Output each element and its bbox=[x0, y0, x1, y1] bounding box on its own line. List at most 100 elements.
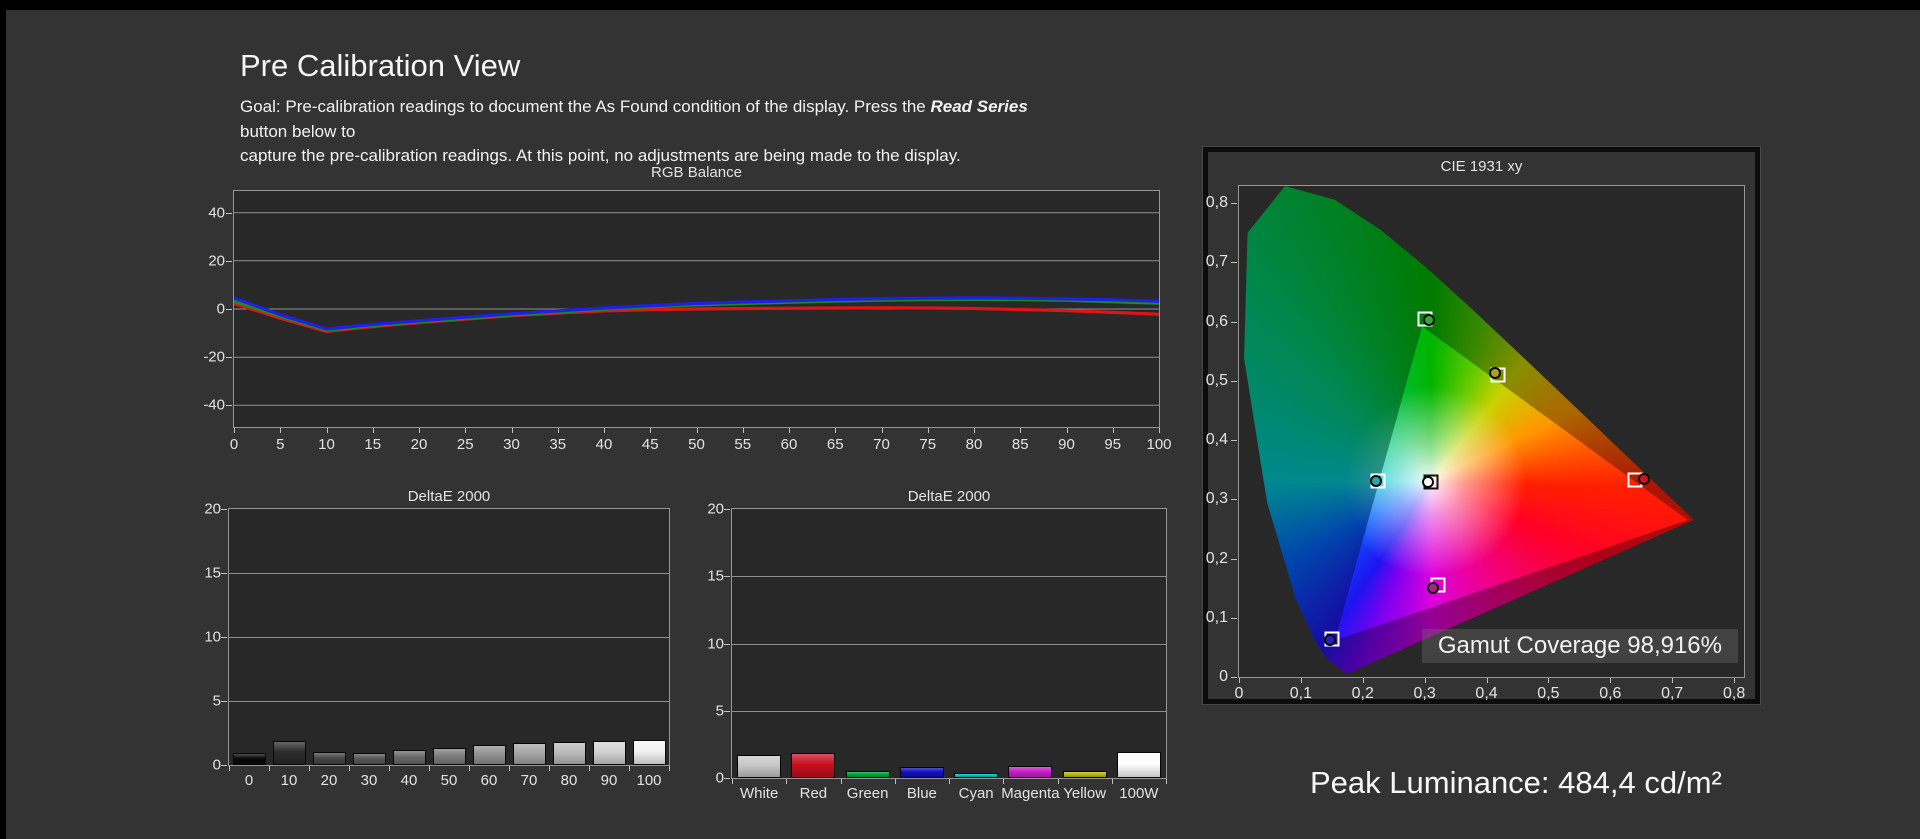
page-title: Pre Calibration View bbox=[240, 48, 520, 84]
deltae-x-axis-label: 100 bbox=[636, 772, 661, 789]
deltae-grayscale-plot-area bbox=[228, 508, 670, 766]
deltae-y-axis-tick bbox=[221, 509, 227, 510]
deltae-x-axis-label: 100W bbox=[1119, 785, 1158, 802]
deltae-bar bbox=[633, 740, 666, 765]
deltae-y-axis-tick bbox=[724, 778, 730, 779]
rgb-x-axis-label: 50 bbox=[688, 436, 705, 453]
rgb-balance-chart: RGB Balance 40200-20-4005101520253035404… bbox=[233, 160, 1160, 460]
deltae-x-axis-label: Red bbox=[800, 785, 828, 802]
deltae-bar bbox=[393, 750, 426, 765]
rgb-x-axis-label: 30 bbox=[503, 436, 520, 453]
rgb-x-axis-label: 45 bbox=[642, 436, 659, 453]
cie-x-axis-tick bbox=[1610, 678, 1611, 683]
deltae-x-axis-label: 60 bbox=[481, 772, 498, 789]
cie-x-axis-label: 0,8 bbox=[1723, 685, 1745, 703]
deltae-x-axis-label: Green bbox=[847, 785, 889, 802]
rgb-x-axis-label: 60 bbox=[781, 436, 798, 453]
rgb-x-axis-tick bbox=[604, 428, 605, 433]
cie-y-axis-label: 0,8 bbox=[1190, 194, 1228, 212]
rgb-x-axis-tick bbox=[327, 428, 328, 433]
deltae-x-axis-tick bbox=[1112, 779, 1113, 784]
deltae-y-axis-tick bbox=[221, 701, 227, 702]
cie-measured-point-yellow bbox=[1489, 367, 1501, 379]
rgb-x-axis-label: 10 bbox=[318, 436, 335, 453]
deltae-x-axis-label: 70 bbox=[521, 772, 538, 789]
rgb-x-axis-label: 85 bbox=[1012, 436, 1029, 453]
rgb-x-axis-label: 90 bbox=[1058, 436, 1075, 453]
deltae-x-axis-tick bbox=[349, 766, 350, 771]
rgb-y-axis-label: 0 bbox=[185, 301, 225, 318]
cie-x-axis-tick bbox=[1734, 678, 1735, 683]
cie-x-axis-tick bbox=[1548, 678, 1549, 683]
deltae-x-axis-tick bbox=[389, 766, 390, 771]
deltae-bar bbox=[553, 742, 586, 765]
deltae-y-axis-tick bbox=[221, 637, 227, 638]
rgb-balance-lines bbox=[234, 191, 1159, 427]
deltae-x-axis-label: 40 bbox=[401, 772, 418, 789]
cie-y-axis-label: 0,3 bbox=[1190, 490, 1228, 508]
cie-y-axis-label: 0,7 bbox=[1190, 253, 1228, 271]
rgb-x-axis-tick bbox=[512, 428, 513, 433]
rgb-x-axis-tick bbox=[1159, 428, 1160, 433]
rgb-y-axis-tick bbox=[226, 405, 232, 406]
deltae-x-axis-label: Yellow bbox=[1063, 785, 1106, 802]
deltae-bar bbox=[353, 753, 386, 765]
rgb-x-axis-tick bbox=[974, 428, 975, 433]
cie-1931-title: CIE 1931 xy bbox=[1208, 158, 1755, 175]
deltae-x-axis-label: Blue bbox=[907, 785, 937, 802]
rgb-x-axis-tick bbox=[1113, 428, 1114, 433]
rgb-x-axis-tick bbox=[1067, 428, 1068, 433]
rgb-x-axis-label: 55 bbox=[734, 436, 751, 453]
deltae-y-axis-label: 0 bbox=[181, 757, 221, 774]
cie-y-axis-label: 0,1 bbox=[1190, 609, 1228, 627]
deltae-bar bbox=[737, 755, 781, 778]
rgb-y-axis-label: 20 bbox=[185, 252, 225, 269]
rgb-y-axis-tick bbox=[226, 213, 232, 214]
cie-y-axis-tick bbox=[1231, 203, 1237, 204]
rgb-x-axis-tick bbox=[835, 428, 836, 433]
deltae-x-axis-tick bbox=[1166, 779, 1167, 784]
rgb-x-axis-tick bbox=[1020, 428, 1021, 433]
deltae-bar bbox=[273, 741, 306, 765]
deltae-bar bbox=[1063, 771, 1107, 778]
cie-x-axis-label: 0,6 bbox=[1599, 685, 1621, 703]
deltae-x-axis-label: White bbox=[740, 785, 778, 802]
deltae-x-axis-label: 30 bbox=[361, 772, 378, 789]
gamut-coverage-badge: Gamut Coverage 98,916% bbox=[1422, 629, 1738, 663]
cie-measured-point-blue bbox=[1324, 634, 1336, 646]
rgb-x-axis-label: 20 bbox=[411, 436, 428, 453]
cie-y-axis-label: 0 bbox=[1190, 668, 1228, 686]
deltae-x-axis-label: 20 bbox=[321, 772, 338, 789]
deltae-y-axis-tick bbox=[724, 576, 730, 577]
deltae-x-axis-tick bbox=[1003, 779, 1004, 784]
deltae-x-axis-label: 50 bbox=[441, 772, 458, 789]
goal-line1-suffix: button below to bbox=[240, 122, 355, 141]
cie-x-axis-tick bbox=[1425, 678, 1426, 683]
deltae-bar bbox=[954, 773, 998, 778]
deltae-x-axis-tick bbox=[669, 766, 670, 771]
deltae-x-axis-tick bbox=[549, 766, 550, 771]
deltae-colors-plot-area bbox=[731, 508, 1167, 779]
deltae-x-axis-label: Magenta bbox=[1001, 785, 1059, 802]
cie-x-axis-tick bbox=[1672, 678, 1673, 683]
deltae-bar bbox=[473, 745, 506, 765]
peak-luminance-readout: Peak Luminance: 484,4 cd/m² bbox=[1310, 765, 1722, 801]
rgb-x-axis-tick bbox=[558, 428, 559, 433]
cie-x-axis-label: 0,5 bbox=[1537, 685, 1559, 703]
cie-x-axis-label: 0,3 bbox=[1414, 685, 1436, 703]
deltae-y-axis-label: 5 bbox=[181, 693, 221, 710]
rgb-x-axis-label: 100 bbox=[1146, 436, 1171, 453]
deltae-x-axis-label: 80 bbox=[561, 772, 578, 789]
deltae-y-axis-tick bbox=[724, 509, 730, 510]
rgb-x-axis-tick bbox=[697, 428, 698, 433]
window-left-strip bbox=[0, 0, 6, 839]
rgb-x-axis-tick bbox=[743, 428, 744, 433]
deltae-bar bbox=[313, 752, 346, 765]
rgb-x-axis-label: 95 bbox=[1104, 436, 1121, 453]
cie-y-axis-tick bbox=[1231, 440, 1237, 441]
deltae-x-axis-label: 90 bbox=[601, 772, 618, 789]
rgb-x-axis-tick bbox=[280, 428, 281, 433]
deltae-x-axis-label: Cyan bbox=[959, 785, 994, 802]
deltae-x-axis-label: 10 bbox=[281, 772, 298, 789]
goal-text: Goal: Pre-calibration readings to docume… bbox=[240, 95, 1070, 169]
